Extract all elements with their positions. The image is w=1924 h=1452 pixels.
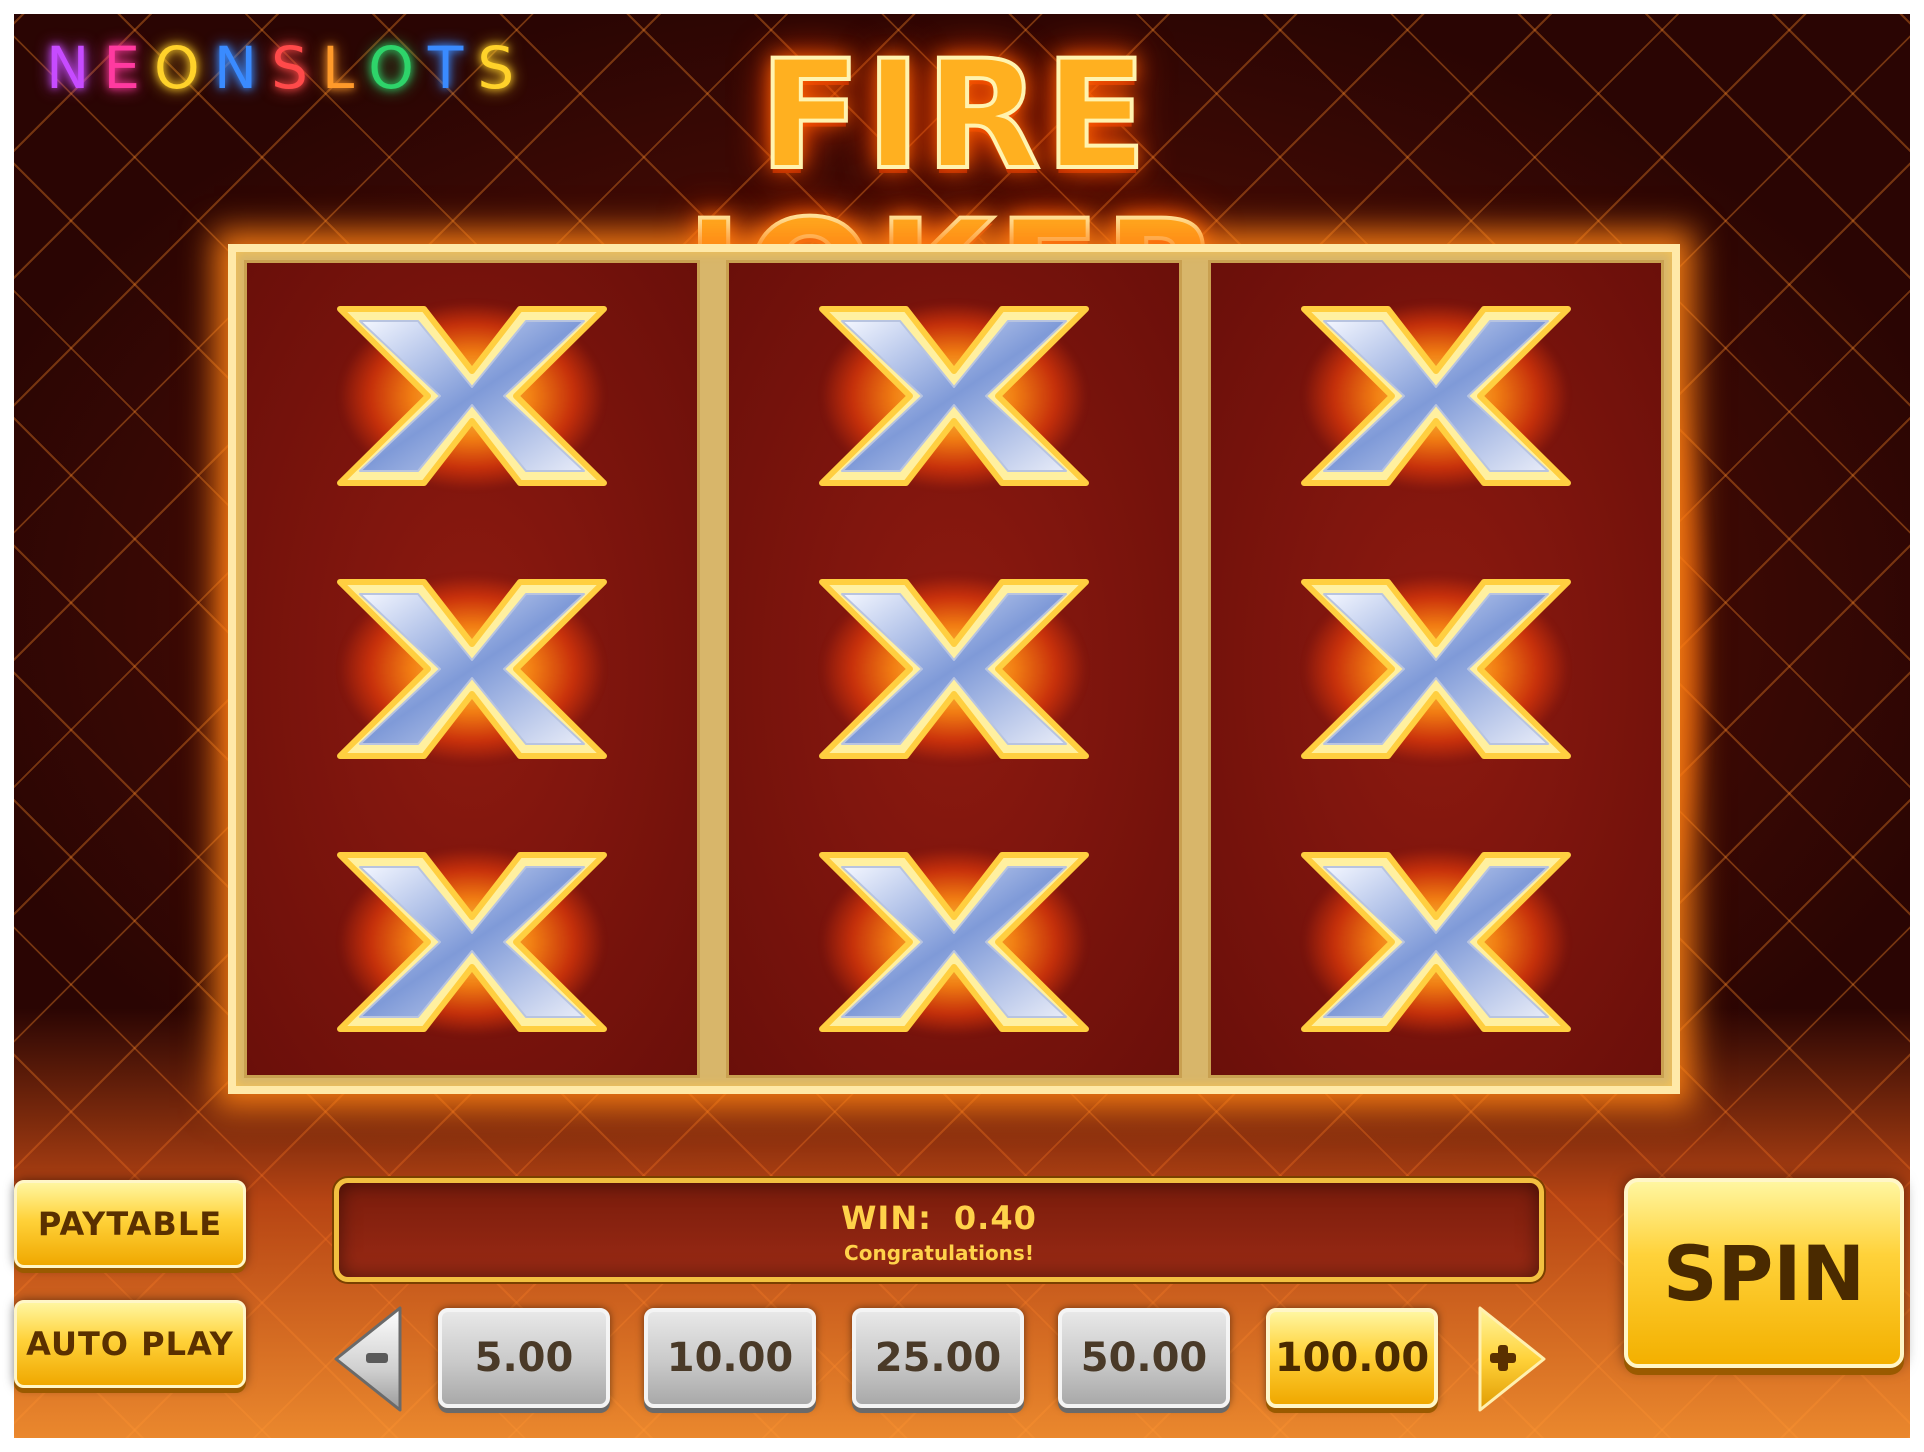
logo-letter: S (271, 34, 312, 102)
win-panel: WIN: 0.40 Congratulations! (334, 1178, 1544, 1282)
autoplay-button[interactable]: AUTO PLAY (14, 1300, 246, 1388)
x-icon (337, 306, 607, 486)
bet-option-100-selected[interactable]: 100.00 (1266, 1308, 1438, 1408)
reel-symbol (244, 533, 700, 805)
reel-symbol (1208, 260, 1664, 532)
x-icon (819, 306, 1089, 486)
win-label: WIN: (841, 1199, 932, 1237)
win-line: WIN: 0.40 (339, 1199, 1539, 1237)
reel-1 (244, 260, 700, 1078)
logo-letter: O (154, 34, 204, 102)
x-icon (819, 579, 1089, 759)
reel-symbol (1208, 533, 1664, 805)
reel-frame (228, 244, 1680, 1094)
logo-letter: L (321, 34, 359, 102)
logo-letter: T (427, 34, 468, 102)
reel-3 (1208, 260, 1664, 1078)
reel-symbol (726, 806, 1182, 1078)
logo-letter: E (103, 34, 145, 102)
x-icon (337, 579, 607, 759)
paytable-button[interactable]: PAYTABLE (14, 1180, 246, 1268)
x-icon (337, 852, 607, 1032)
win-message: Congratulations! (844, 1241, 1034, 1265)
reel-symbol (244, 806, 700, 1078)
reel-symbol (1208, 806, 1664, 1078)
x-icon (1301, 579, 1571, 759)
reel-2 (726, 260, 1182, 1078)
x-icon (1301, 306, 1571, 486)
logo-letter: N (213, 34, 262, 102)
reel-symbol (726, 533, 1182, 805)
logo-letter: N (46, 34, 94, 102)
reel-symbol (726, 260, 1182, 532)
win-amount: 0.40 (953, 1199, 1037, 1237)
bet-option-10[interactable]: 10.00 (644, 1308, 816, 1408)
logo-letter: O (368, 34, 418, 102)
spin-button[interactable]: SPIN (1624, 1178, 1904, 1368)
decrease-bet-button[interactable] (330, 1304, 410, 1414)
reel-symbol (244, 260, 700, 532)
increase-bet-button[interactable] (1470, 1304, 1550, 1414)
bet-option-25[interactable]: 25.00 (852, 1308, 1024, 1408)
bet-option-5[interactable]: 5.00 (438, 1308, 610, 1408)
neonslots-logo: N E O N S L O T S (46, 34, 518, 102)
x-icon (1301, 852, 1571, 1032)
x-icon (819, 852, 1089, 1032)
bet-option-50[interactable]: 50.00 (1058, 1308, 1230, 1408)
minus-arrow-icon (334, 1306, 402, 1412)
plus-arrow-icon (1478, 1306, 1546, 1412)
